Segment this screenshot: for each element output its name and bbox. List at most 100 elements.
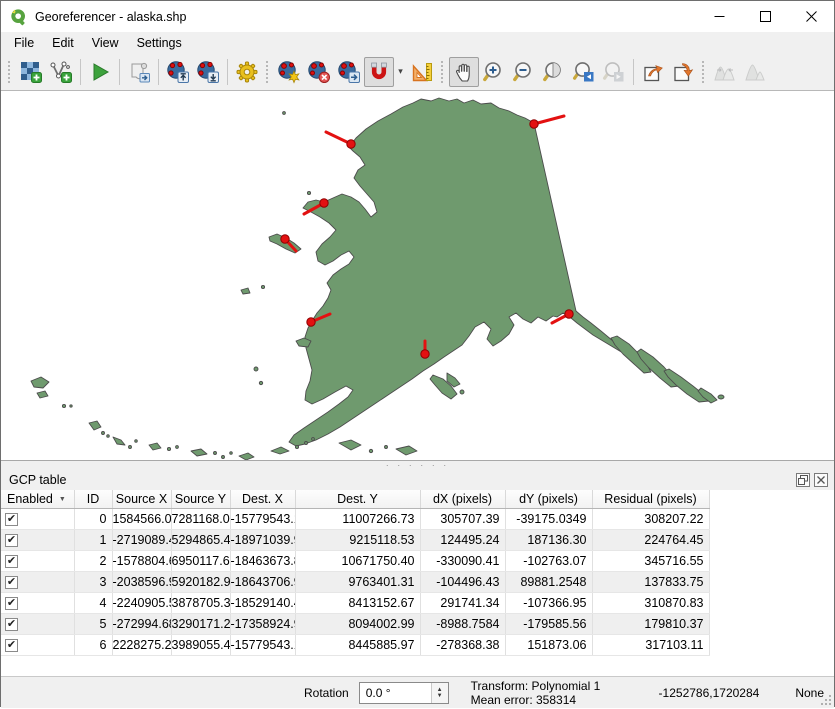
gcp-marker-dot[interactable] [307,318,315,326]
gcp-table-row[interactable]: ✔3-2038596.955920182.96-18643706.9597634… [1,571,709,592]
gcp-cell[interactable]: 3290171.25 [171,613,230,634]
resize-grip[interactable] [820,694,832,706]
gcp-enabled-checkbox[interactable]: ✔ [5,576,18,589]
snap-options-dropdown[interactable]: ▾ [394,57,407,87]
gcp-enabled-cell[interactable]: ✔ [1,529,74,550]
rotation-spinbox[interactable]: 0.0 ° ▲▼ [359,682,449,704]
open-raster-button[interactable] [16,57,46,87]
zoom-next-button[interactable] [599,57,629,87]
toolbar-drag-handle[interactable] [6,59,12,85]
toolbar-drag-handle[interactable] [264,59,270,85]
spinbox-arrows[interactable]: ▲▼ [431,683,448,703]
gcp-table-row[interactable]: ✔01584566.057281168.05-15779543.16110072… [1,508,709,529]
gcp-table-row[interactable]: ✔62228275.213989055.48-15779543.16844588… [1,634,709,655]
gcp-cell[interactable]: -18529140.40 [230,592,295,613]
gcp-cell[interactable]: 308207.22 [592,508,709,529]
gcp-cell[interactable]: 2228275.21 [112,634,171,655]
gcp-table-row[interactable]: ✔ 2-1578804.696950117.62-18463673.8010671… [1,550,709,571]
gcp-cell[interactable]: 89881.2548 [505,571,592,592]
set-square-button[interactable] [407,57,437,87]
gcp-cell[interactable]: -15779543.16 [230,508,295,529]
gcp-cell[interactable]: 1 [74,529,112,550]
gcp-enabled-checkbox[interactable]: ✔ [5,555,18,568]
gcp-cell[interactable]: -330090.41 [420,550,505,571]
map-canvas[interactable] [1,91,834,461]
gcp-cell[interactable]: -179585.56 [505,613,592,634]
column-header-dy[interactable]: dY (pixels) [505,490,592,508]
menu-file[interactable]: File [5,34,43,52]
column-header-dx[interactable]: dX (pixels) [420,490,505,508]
delete-point-button[interactable] [304,57,334,87]
gcp-enabled-checkbox[interactable]: ✔ [5,639,18,652]
close-button[interactable] [788,1,834,32]
column-header-residual[interactable]: Residual (pixels) [592,490,709,508]
gcp-cell[interactable]: -18643706.95 [230,571,295,592]
column-header-source-y[interactable]: Source Y [171,490,230,508]
close-panel-button[interactable] [814,473,828,487]
gcp-enabled-checkbox[interactable]: ✔ [5,534,18,547]
toolbar-drag-handle[interactable] [439,59,445,85]
gcp-cell[interactable]: 8445885.97 [295,634,420,655]
gcp-cell[interactable]: 9215118.53 [295,529,420,550]
full-histogram-stretch-button[interactable] [710,57,740,87]
gcp-marker-dot[interactable] [347,140,355,148]
open-vector-button[interactable] [46,57,76,87]
link-georeferencer-to-qgis-button[interactable] [638,57,668,87]
pan-button[interactable] [449,57,479,87]
generate-gdal-script-button[interactable] [124,57,154,87]
gcp-table-row[interactable]: ✔1-2719089.495294865.49-18971039.9592151… [1,529,709,550]
gcp-cell[interactable]: 310870.83 [592,592,709,613]
gcp-table-row[interactable]: ✔4-2240905.543878705.34-18529140.4084131… [1,592,709,613]
column-header-dest-x[interactable]: Dest. X [230,490,295,508]
gcp-cell[interactable]: 11007266.73 [295,508,420,529]
gcp-cell[interactable]: 7281168.05 [171,508,230,529]
zoom-to-layer-button[interactable] [539,57,569,87]
gcp-cell[interactable]: 305707.39 [420,508,505,529]
gcp-cell[interactable]: -15779543.16 [230,634,295,655]
menu-view[interactable]: View [83,34,128,52]
gcp-marker-dot[interactable] [281,235,289,243]
gcp-enabled-cell[interactable]: ✔ [1,550,74,571]
gcp-cell[interactable]: 3989055.48 [171,634,230,655]
toolbar-drag-handle[interactable] [700,59,706,85]
gcp-cell[interactable]: 6950117.62 [171,550,230,571]
gcp-cell[interactable]: 224764.45 [592,529,709,550]
snap-to-features-button[interactable] [364,57,394,87]
gcp-cell[interactable]: 1584566.05 [112,508,171,529]
gcp-cell[interactable]: 5920182.96 [171,571,230,592]
gcp-cell[interactable]: -17358924.91 [230,613,295,634]
menu-settings[interactable]: Settings [128,34,191,52]
gcp-cell[interactable]: 2 [74,550,112,571]
gcp-cell[interactable]: -102763.07 [505,550,592,571]
gcp-cell[interactable]: 8413152.67 [295,592,420,613]
gcp-cell[interactable]: -2240905.54 [112,592,171,613]
gcp-cell[interactable]: 3 [74,571,112,592]
column-header-id[interactable]: ID [74,490,112,508]
zoom-last-button[interactable] [569,57,599,87]
column-header-source-x[interactable]: Source X [112,490,171,508]
gcp-enabled-cell[interactable]: ✔ [1,613,74,634]
gcp-cell[interactable]: -107366.95 [505,592,592,613]
gcp-marker-dot[interactable] [320,199,328,207]
zoom-out-button[interactable] [509,57,539,87]
gcp-cell[interactable]: -2038596.95 [112,571,171,592]
gcp-cell[interactable]: 10671750.40 [295,550,420,571]
gcp-marker-dot[interactable] [565,310,573,318]
maximize-button[interactable] [742,1,788,32]
gcp-cell[interactable]: -1578804.69 [112,550,171,571]
gcp-cell[interactable]: 124495.24 [420,529,505,550]
local-histogram-stretch-button[interactable] [740,57,770,87]
gcp-enabled-cell[interactable]: ✔ [1,508,74,529]
spin-down-icon[interactable]: ▼ [437,693,443,699]
gcp-cell[interactable]: -8988.7584 [420,613,505,634]
gcp-cell[interactable]: -18971039.95 [230,529,295,550]
gcp-cell[interactable]: -39175.0349 [505,508,592,529]
gcp-cell[interactable]: 137833.75 [592,571,709,592]
gcp-table-row[interactable]: ✔5-272994.683290171.25-17358924.91809400… [1,613,709,634]
gcp-cell[interactable]: 317103.11 [592,634,709,655]
gcp-cell[interactable]: -18463673.80 [230,550,295,571]
gcp-enabled-cell[interactable]: ✔ [1,571,74,592]
gcp-cell[interactable]: -272994.68 [112,613,171,634]
minimize-button[interactable] [696,1,742,32]
add-point-button[interactable] [274,57,304,87]
